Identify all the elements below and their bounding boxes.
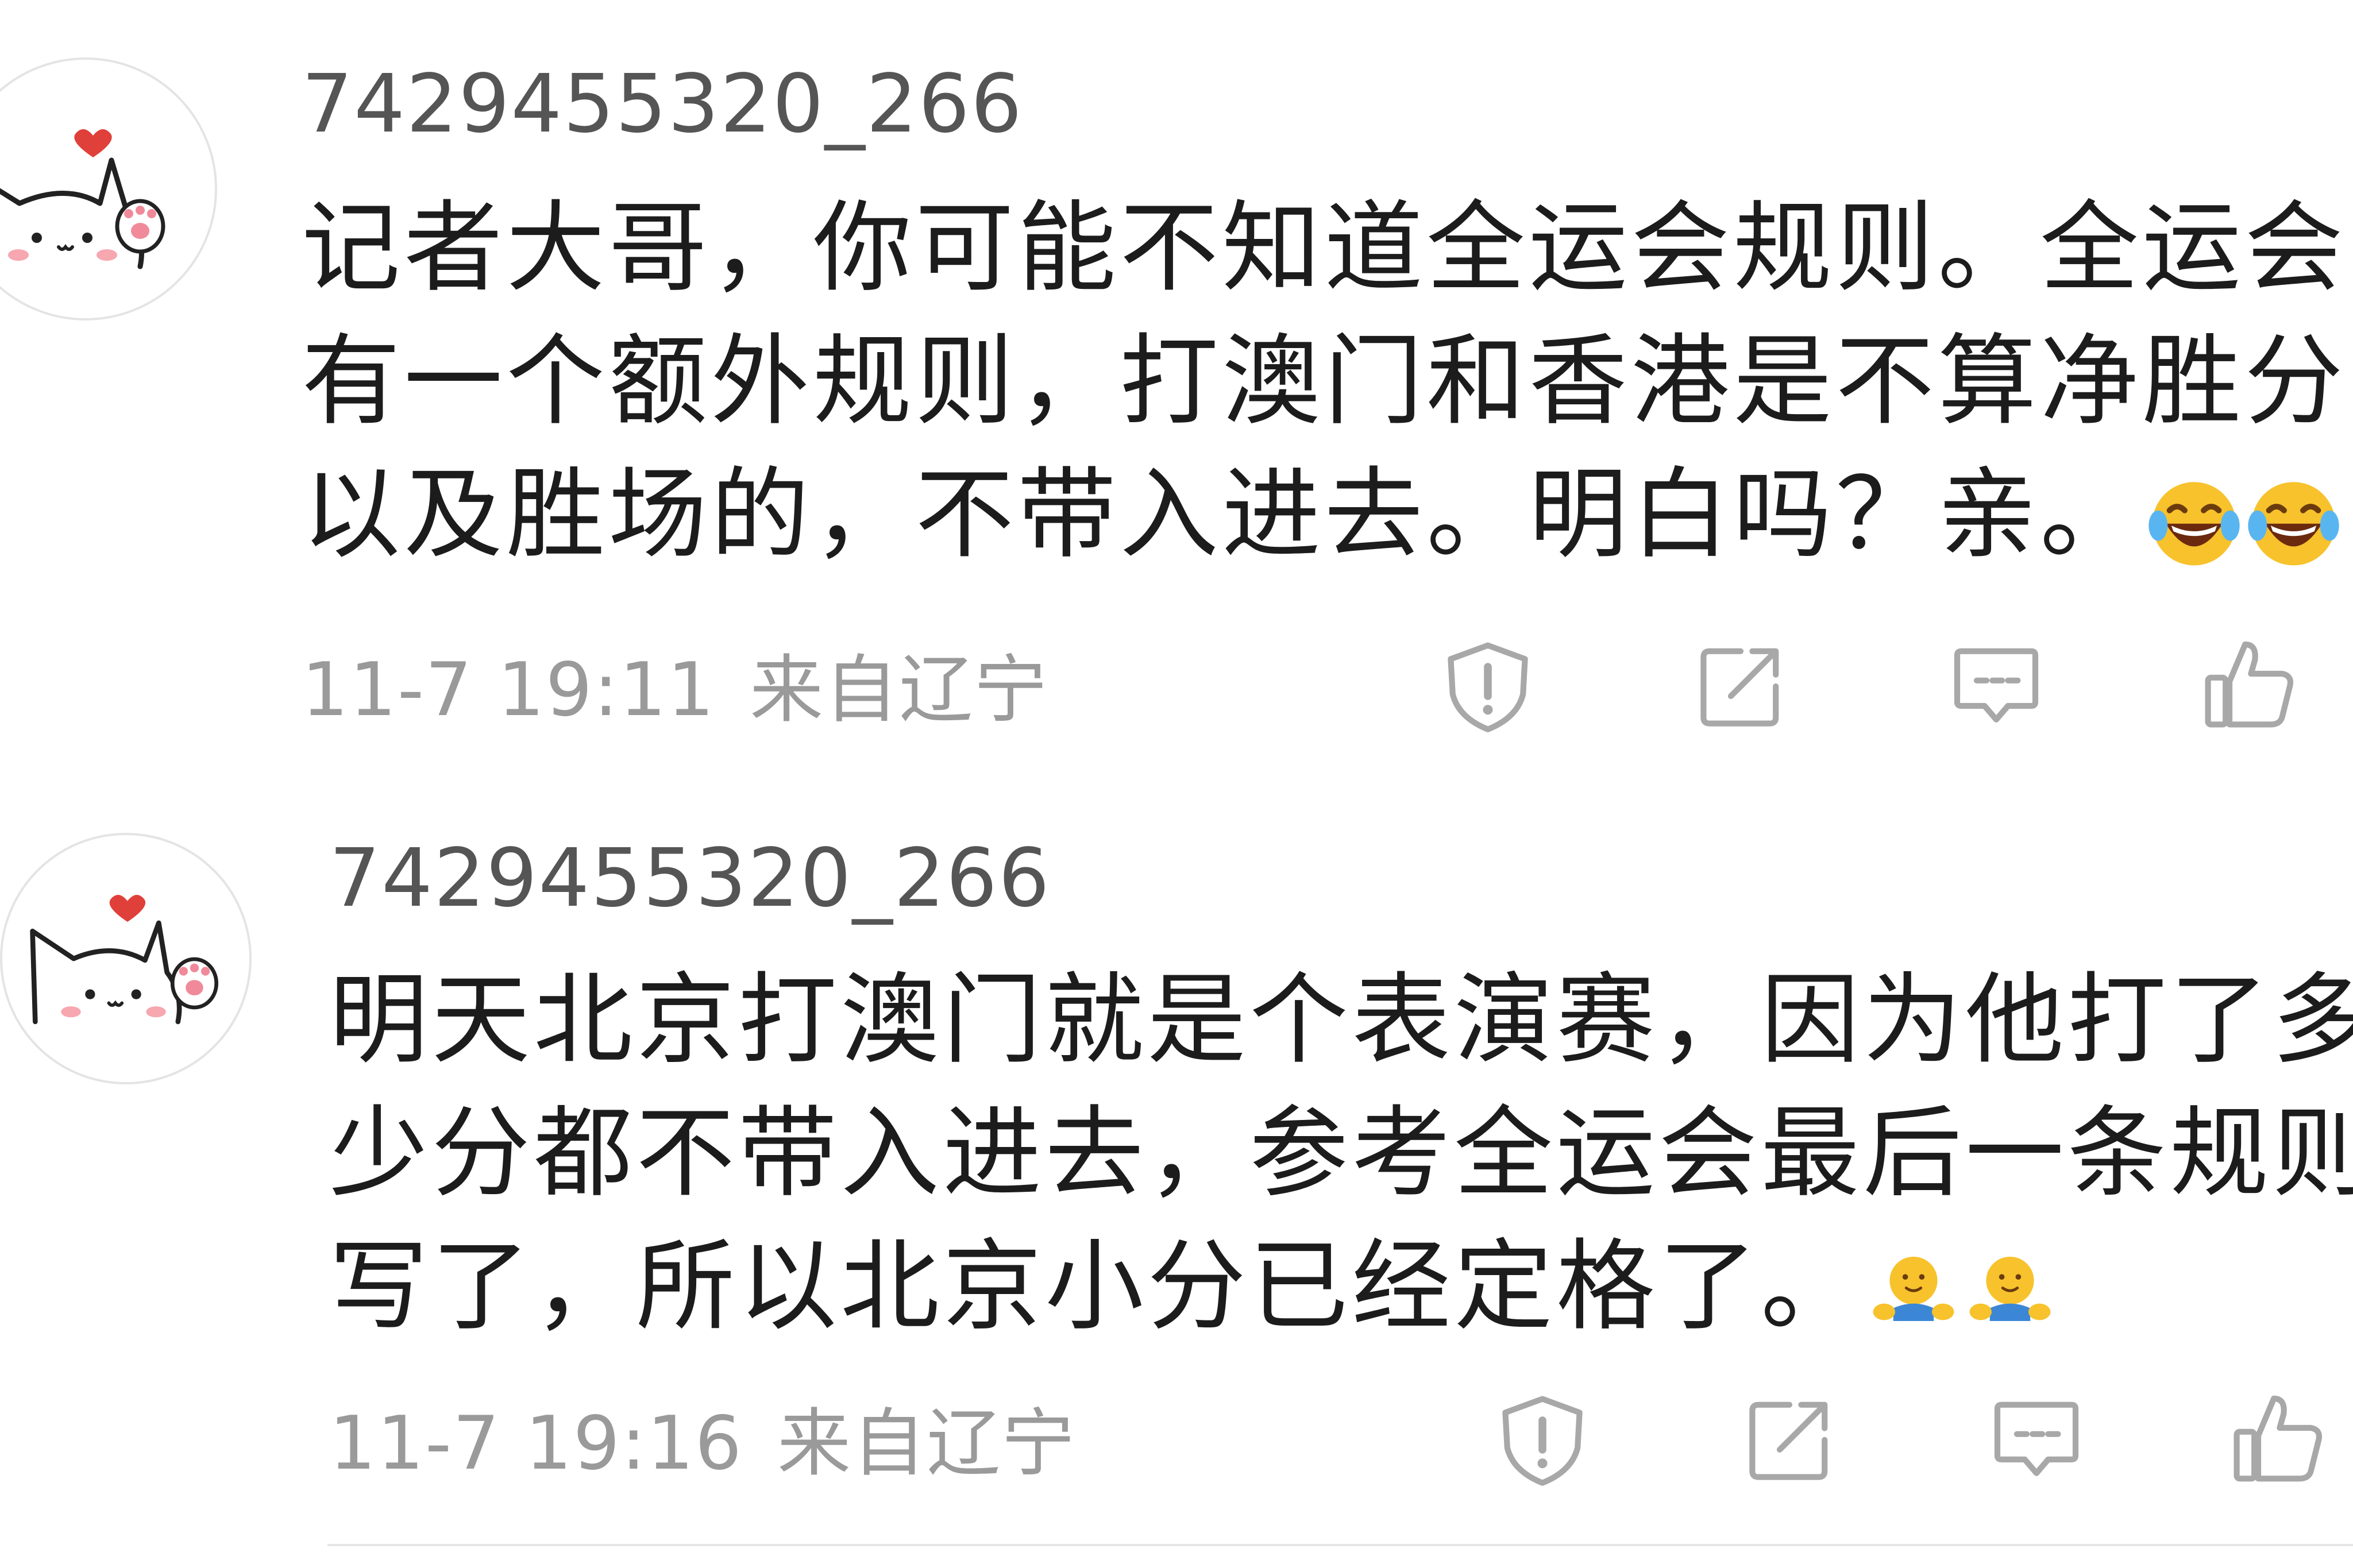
hug-emoji — [1868, 1248, 1959, 1339]
like-icon — [2205, 641, 2294, 728]
cat-avatar-icon — [0, 129, 165, 269]
like-icon — [2234, 1395, 2323, 1482]
hug-emoji — [1964, 1248, 2056, 1339]
cat-avatar-icon — [30, 895, 219, 1025]
report-icon — [1502, 1396, 1583, 1486]
comment-text-line: 以及胜场的，不带入进去。明白吗？亲。 — [302, 448, 2347, 581]
laughing-tears-emoji — [2246, 474, 2341, 569]
reply-button[interactable] — [1947, 638, 2045, 735]
report-button[interactable] — [1439, 638, 1537, 735]
comment-meta: 11-7 19:16 来自辽宁 — [329, 1407, 1076, 1481]
username[interactable]: 7429455320_266 — [329, 839, 1051, 919]
comment-text: 明天北京打澳门就是个表演赛，因为他打了多 少分都不带入进去，参考全运会最后一条规… — [329, 953, 2353, 1353]
comment-text-line: 记者大哥，你可能不知道全运会规则。全运会 — [302, 190, 2347, 306]
like-button[interactable] — [2229, 1389, 2327, 1486]
comment-text: 记者大哥，你可能不知道全运会规则。全运会 有一个额外规则，打澳门和香港是不算净胜… — [302, 181, 2347, 581]
laughing-tears-emoji — [2147, 474, 2242, 569]
comment-date: 11-7 19:11 — [302, 647, 716, 733]
share-icon — [1749, 1401, 1828, 1480]
reply-icon — [1994, 1401, 2079, 1476]
share-button[interactable] — [1692, 638, 1789, 735]
comment-text-line: 少分都不带入进去，参考全运会最后一条规则 — [329, 1095, 2353, 1211]
comment-text-line: 写了，所以北京小分已经定格了。 — [329, 1220, 2353, 1353]
comment-text-line: 有一个额外规则，打澳门和香港是不算净胜分 — [302, 323, 2347, 439]
report-button[interactable] — [1494, 1391, 1591, 1489]
divider — [327, 1544, 2353, 1546]
avatar[interactable] — [0, 833, 252, 1084]
comment-meta: 11-7 19:11 来自辽宁 — [302, 654, 1048, 727]
share-button[interactable] — [1741, 1391, 1838, 1489]
username[interactable]: 7429455320_266 — [302, 64, 1023, 145]
reply-icon — [1954, 648, 2039, 723]
comment-text-line-content: 以及胜场的，不带入进去。明白吗？亲。 — [302, 457, 2142, 572]
comment-text-line: 明天北京打澳门就是个表演赛，因为他打了多 — [329, 962, 2353, 1077]
comment-location: 来自辽宁 — [777, 1401, 1077, 1486]
share-icon — [1700, 648, 1779, 727]
comment-text-line-content: 写了，所以北京小分已经定格了。 — [329, 1229, 1863, 1344]
comment-location: 来自辽宁 — [750, 647, 1049, 733]
reply-button[interactable] — [1988, 1391, 2085, 1489]
avatar[interactable] — [0, 57, 217, 320]
comment-date: 11-7 19:16 — [329, 1401, 743, 1486]
like-button[interactable] — [2200, 635, 2298, 732]
report-icon — [1448, 642, 1528, 732]
